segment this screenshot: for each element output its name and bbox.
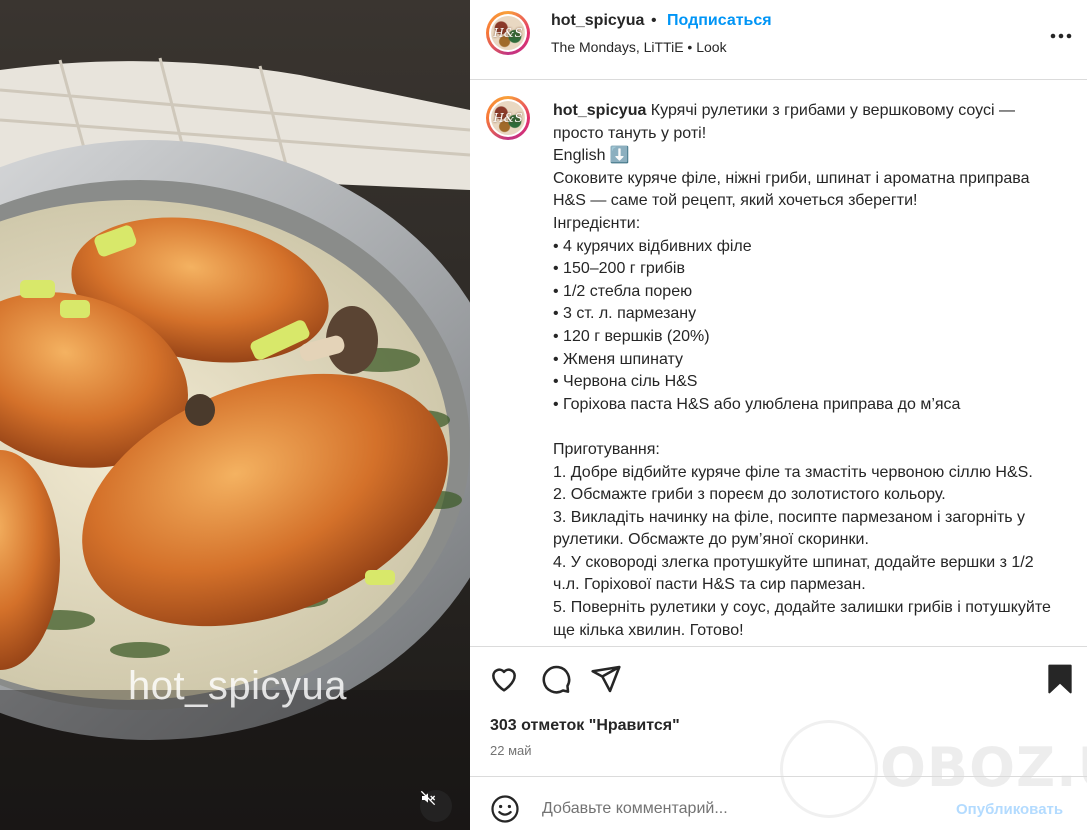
caption-line: [553, 416, 1063, 439]
author-username[interactable]: hot_spicyua: [551, 12, 644, 30]
caption-line: • 1/2 стебла порею: [553, 282, 693, 300]
comment-bar: Опубликовать: [470, 776, 1087, 831]
post-media[interactable]: hot_spicyua: [0, 0, 470, 830]
share-icon[interactable]: [590, 663, 622, 695]
emoji-icon[interactable]: [490, 794, 520, 824]
caption-line: English ⬇️: [553, 147, 630, 165]
likes-count[interactable]: 303 отметок "Нравится": [490, 717, 680, 735]
post-panel: H&S hot_spicyua • Подписаться The Monday…: [470, 0, 1087, 830]
action-bar: 303 отметок "Нравится" 22 май: [470, 646, 1087, 777]
caption-username[interactable]: hot_spicyua: [553, 102, 646, 119]
comment-input[interactable]: [540, 791, 924, 827]
mute-icon: [420, 790, 436, 806]
caption-line: • 3 ст. л. пармезану: [553, 305, 697, 323]
caption-lines: English ⬇️ Соковите куряче філе, ніжні гр…: [553, 145, 1063, 642]
video-watermark-text: hot_spicyua: [128, 664, 347, 708]
follow-button[interactable]: Подписаться: [667, 12, 772, 30]
caption-line: 2. Обсмажте гриби з пореєм до золотистог…: [553, 486, 946, 504]
audio-track[interactable]: The Mondays, LiTTiE • Look: [551, 39, 727, 55]
caption-line: 4. У сковороді злегка протушкуйте шпинат…: [553, 553, 1034, 594]
post-header: H&S hot_spicyua • Подписаться The Monday…: [470, 0, 1087, 80]
caption-first-line: hot_spicyua Курячі рулетики з грибами у …: [553, 102, 1015, 142]
caption-text: hot_spicyua Курячі рулетики з грибами у …: [553, 100, 1063, 642]
caption-line: • Червона сіль H&S: [553, 373, 698, 391]
separator-dot: •: [651, 12, 657, 29]
caption-line: • Жменя шпинату: [553, 350, 683, 368]
post-date[interactable]: 22 май: [490, 743, 532, 758]
more-icon[interactable]: [1048, 24, 1074, 48]
caption-line: 5. Поверніть рулетики у соус, додайте за…: [553, 599, 1051, 639]
author-avatar[interactable]: H&S: [486, 11, 530, 55]
caption-line: • 120 г вершків (20%): [553, 327, 710, 345]
caption-line: 3. Викладіть начинку на філе, посипте па…: [553, 508, 1026, 549]
caption-line: • Горіхова паста H&S або улюблена припра…: [553, 395, 961, 413]
caption-line: Приготування:: [553, 440, 660, 458]
caption-line: 1. Добре відбийте куряче філе та змастіт…: [553, 463, 1033, 481]
heart-icon[interactable]: [488, 663, 520, 695]
caption-line: • 4 курячих відбивних філе: [553, 237, 752, 255]
mute-button[interactable]: [420, 790, 452, 822]
publish-comment-button[interactable]: Опубликовать: [956, 801, 1063, 818]
caption-avatar[interactable]: H&S: [486, 96, 530, 140]
caption-line: Соковите куряче філе, ніжні гриби, шпина…: [553, 169, 1030, 210]
bookmark-icon[interactable]: [1044, 663, 1076, 695]
post-caption: H&S hot_spicyua Курячі рулетики з грибам…: [470, 80, 1087, 645]
caption-line: • 150–200 г грибів: [553, 260, 685, 278]
comment-icon[interactable]: [540, 663, 572, 695]
caption-line: Інгредієнти:: [553, 214, 641, 232]
